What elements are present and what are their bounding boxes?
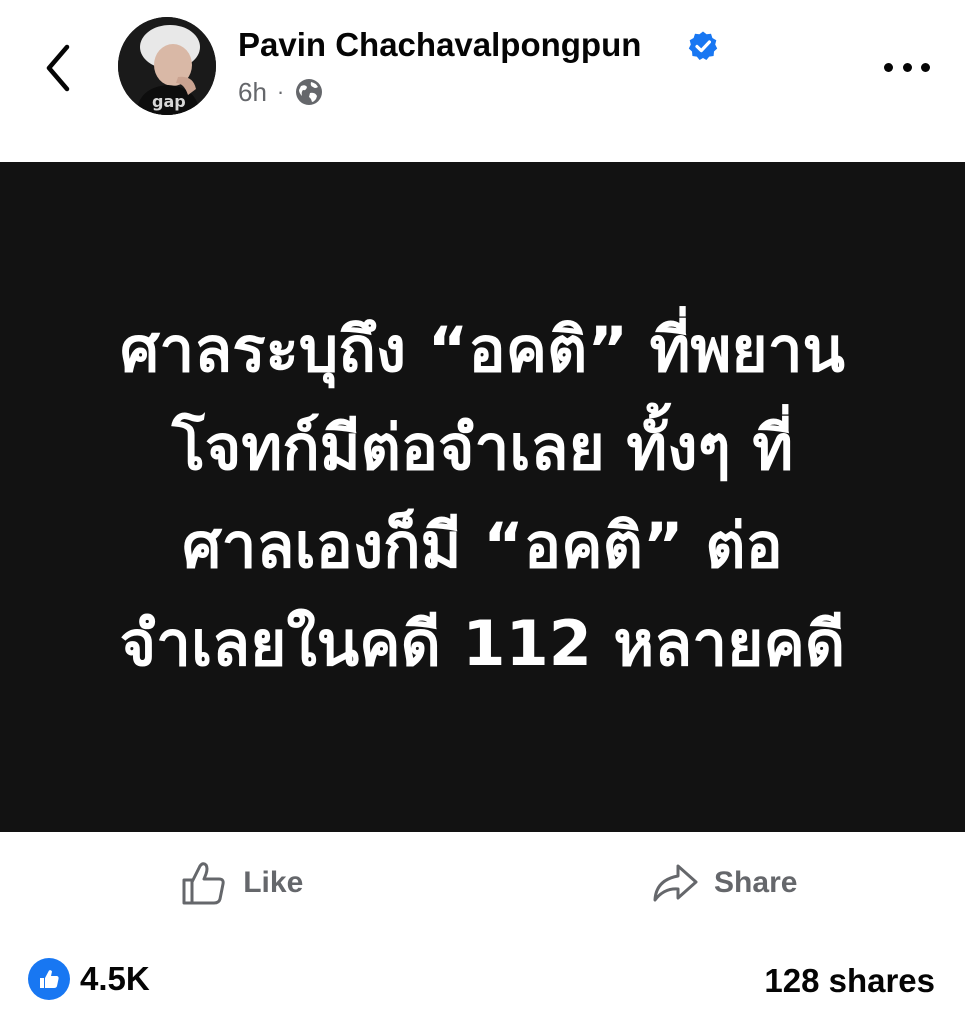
post-image[interactable]: ศาลระบุถึง “อคติ” ที่พยาน โจทก์มีต่อจำเล… <box>0 162 965 832</box>
chevron-left-icon <box>46 44 70 92</box>
post-header: gap Pavin Chachavalpongpun 6h · <box>0 0 965 162</box>
post-image-text: ศาลระบุถึง “อคติ” ที่พยาน โจทก์มีต่อจำเล… <box>119 313 846 680</box>
post-time[interactable]: 6h <box>238 77 267 108</box>
like-reaction-icon <box>28 958 70 1000</box>
reactions-summary[interactable]: 4.5K <box>28 958 150 1000</box>
avatar-logo-text: gap <box>152 92 186 111</box>
avatar[interactable]: gap <box>118 17 216 115</box>
more-dot-icon <box>884 62 893 72</box>
shares-count[interactable]: 128 shares <box>764 962 935 1000</box>
like-button[interactable]: Like <box>0 832 483 934</box>
share-arrow-icon <box>653 864 698 902</box>
avatar-image: gap <box>118 17 216 115</box>
reaction-count: 4.5K <box>80 960 150 997</box>
author-name[interactable]: Pavin Chachavalpongpun <box>238 26 641 64</box>
like-label: Like <box>243 866 304 899</box>
post-meta: 6h · <box>238 74 324 110</box>
meta-separator: · <box>276 79 285 104</box>
thumbs-up-icon <box>182 862 225 905</box>
post-stats: 4.5K 128 shares <box>0 950 965 1010</box>
back-button[interactable] <box>36 38 80 98</box>
more-dot-icon <box>902 62 912 72</box>
more-options-button[interactable] <box>878 52 936 82</box>
share-button[interactable]: Share <box>483 832 965 934</box>
share-label: Share <box>714 866 798 899</box>
more-dot-icon <box>921 62 930 72</box>
post-actions: Like Share <box>0 832 965 934</box>
globe-icon[interactable] <box>294 77 324 107</box>
verified-check-icon <box>688 31 718 60</box>
